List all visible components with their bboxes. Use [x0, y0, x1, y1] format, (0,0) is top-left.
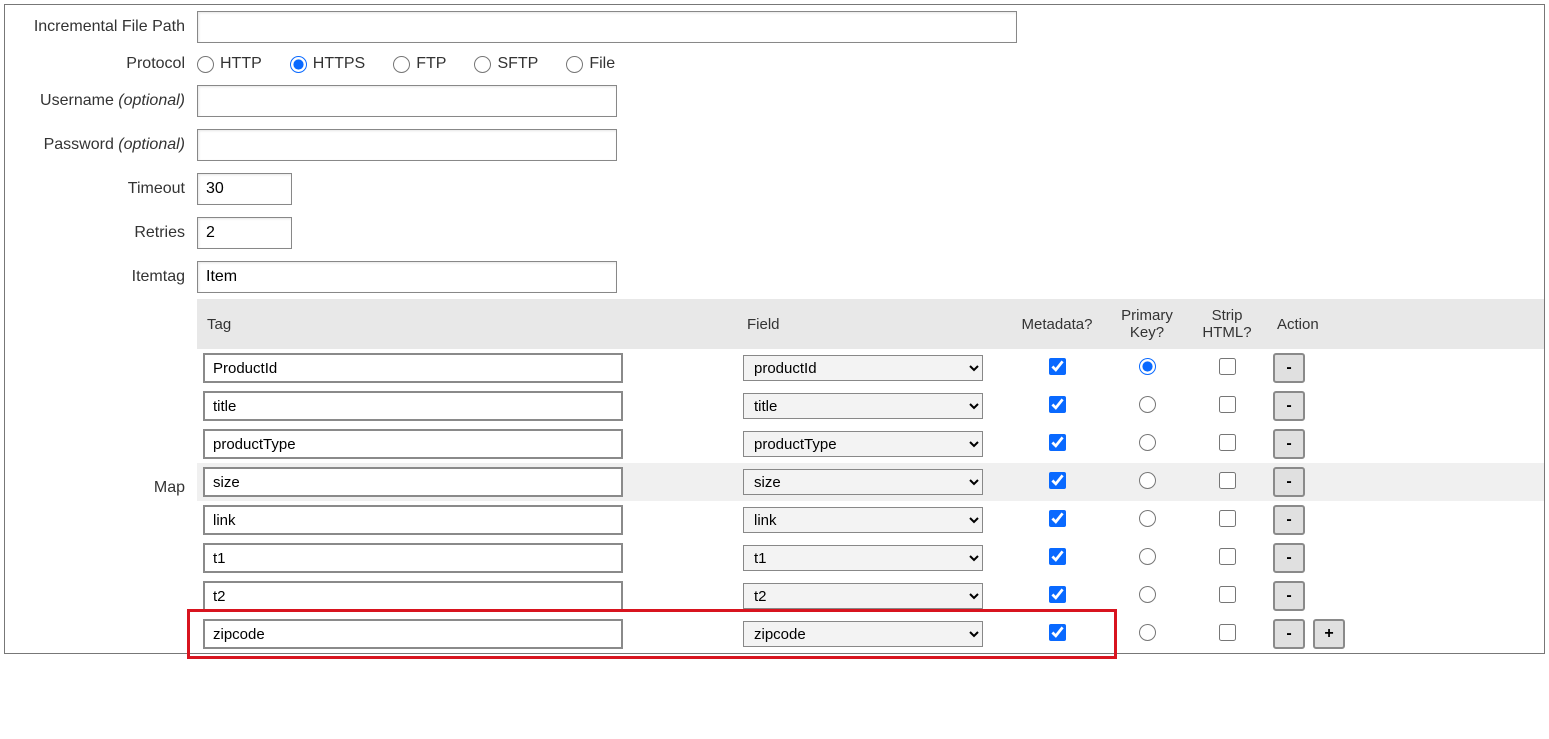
field-select[interactable]: zipcode: [743, 621, 983, 647]
primary-key-radio[interactable]: [1139, 472, 1156, 489]
map-row: productId -: [197, 349, 1544, 387]
protocol-radio-label: FTP: [416, 55, 446, 73]
tag-input[interactable]: [203, 429, 623, 459]
protocol-radio-label: HTTP: [220, 55, 262, 73]
protocol-radio-input-sftp[interactable]: [474, 56, 491, 73]
password-label: Password (optional): [5, 136, 197, 154]
metadata-checkbox[interactable]: [1049, 548, 1066, 565]
protocol-radio-http[interactable]: HTTP: [197, 55, 262, 73]
map-row: t2 -: [197, 577, 1544, 615]
primary-key-radio[interactable]: [1139, 586, 1156, 603]
strip-html-checkbox[interactable]: [1219, 586, 1236, 603]
remove-row-button[interactable]: -: [1273, 429, 1305, 459]
tag-input[interactable]: [203, 581, 623, 611]
username-input[interactable]: [197, 85, 617, 117]
map-table: Tag Field Metadata? PrimaryKey? StripHTM…: [197, 299, 1544, 653]
protocol-radio-file[interactable]: File: [566, 55, 615, 73]
field-select[interactable]: link: [743, 507, 983, 533]
map-row: size -: [197, 463, 1544, 501]
protocol-radio-ftp[interactable]: FTP: [393, 55, 446, 73]
map-label: Map: [5, 299, 197, 497]
metadata-checkbox[interactable]: [1049, 586, 1066, 603]
map-row: t1 -: [197, 539, 1544, 577]
tag-input[interactable]: [203, 619, 623, 649]
protocol-radio-group: HTTP HTTPS FTP SFTP File: [197, 55, 615, 73]
metadata-checkbox[interactable]: [1049, 510, 1066, 527]
primary-key-radio[interactable]: [1139, 358, 1156, 375]
map-header-metadata: Metadata?: [1007, 299, 1107, 349]
metadata-checkbox[interactable]: [1049, 396, 1066, 413]
metadata-checkbox[interactable]: [1049, 624, 1066, 641]
tag-input[interactable]: [203, 505, 623, 535]
protocol-radio-sftp[interactable]: SFTP: [474, 55, 538, 73]
field-select[interactable]: productId: [743, 355, 983, 381]
map-row: zipcode -+: [197, 615, 1544, 653]
strip-html-checkbox[interactable]: [1219, 624, 1236, 641]
strip-html-checkbox[interactable]: [1219, 472, 1236, 489]
field-select[interactable]: t1: [743, 545, 983, 571]
protocol-label: Protocol: [5, 55, 197, 73]
add-row-button[interactable]: +: [1313, 619, 1345, 649]
remove-row-button[interactable]: -: [1273, 391, 1305, 421]
protocol-radio-https[interactable]: HTTPS: [290, 55, 365, 73]
password-input[interactable]: [197, 129, 617, 161]
protocol-radio-input-https[interactable]: [290, 56, 307, 73]
map-row: title -: [197, 387, 1544, 425]
map-header-strip-html: StripHTML?: [1187, 299, 1267, 349]
retries-label: Retries: [5, 224, 197, 242]
protocol-radio-input-http[interactable]: [197, 56, 214, 73]
strip-html-checkbox[interactable]: [1219, 358, 1236, 375]
map-header-field: Field: [737, 299, 1007, 349]
incremental-file-path-label: Incremental File Path: [5, 18, 197, 36]
timeout-label: Timeout: [5, 180, 197, 198]
primary-key-radio[interactable]: [1139, 548, 1156, 565]
protocol-radio-input-file[interactable]: [566, 56, 583, 73]
itemtag-label: Itemtag: [5, 268, 197, 286]
strip-html-checkbox[interactable]: [1219, 434, 1236, 451]
incremental-file-path-input[interactable]: [197, 11, 1017, 43]
timeout-input[interactable]: [197, 173, 292, 205]
field-select[interactable]: size: [743, 469, 983, 495]
field-select[interactable]: title: [743, 393, 983, 419]
remove-row-button[interactable]: -: [1273, 543, 1305, 573]
remove-row-button[interactable]: -: [1273, 353, 1305, 383]
username-label: Username (optional): [5, 92, 197, 110]
remove-row-button[interactable]: -: [1273, 581, 1305, 611]
retries-input[interactable]: [197, 217, 292, 249]
strip-html-checkbox[interactable]: [1219, 548, 1236, 565]
protocol-radio-label: File: [589, 55, 615, 73]
metadata-checkbox[interactable]: [1049, 434, 1066, 451]
tag-input[interactable]: [203, 353, 623, 383]
protocol-radio-label: SFTP: [497, 55, 538, 73]
map-row: link -: [197, 501, 1544, 539]
remove-row-button[interactable]: -: [1273, 467, 1305, 497]
protocol-radio-label: HTTPS: [313, 55, 365, 73]
map-header-action: Action: [1267, 299, 1544, 349]
map-header-tag: Tag: [197, 299, 737, 349]
field-select[interactable]: t2: [743, 583, 983, 609]
primary-key-radio[interactable]: [1139, 624, 1156, 641]
tag-input[interactable]: [203, 391, 623, 421]
itemtag-input[interactable]: [197, 261, 617, 293]
strip-html-checkbox[interactable]: [1219, 396, 1236, 413]
remove-row-button[interactable]: -: [1273, 505, 1305, 535]
tag-input[interactable]: [203, 543, 623, 573]
metadata-checkbox[interactable]: [1049, 358, 1066, 375]
tag-input[interactable]: [203, 467, 623, 497]
map-row: productType -: [197, 425, 1544, 463]
primary-key-radio[interactable]: [1139, 434, 1156, 451]
field-select[interactable]: productType: [743, 431, 983, 457]
primary-key-radio[interactable]: [1139, 396, 1156, 413]
protocol-radio-input-ftp[interactable]: [393, 56, 410, 73]
remove-row-button[interactable]: -: [1273, 619, 1305, 649]
metadata-checkbox[interactable]: [1049, 472, 1066, 489]
strip-html-checkbox[interactable]: [1219, 510, 1236, 527]
map-header-primary-key: PrimaryKey?: [1107, 299, 1187, 349]
primary-key-radio[interactable]: [1139, 510, 1156, 527]
